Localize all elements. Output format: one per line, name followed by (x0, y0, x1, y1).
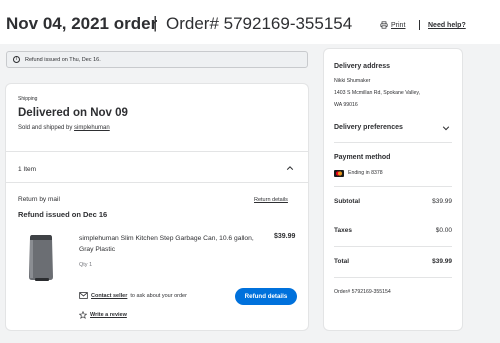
product-name[interactable]: simplehuman Slim Kitchen Step Garbage Ca… (79, 233, 267, 255)
contact-seller-row: Contact seller to ask about your order (79, 292, 187, 299)
divider (334, 186, 452, 187)
printer-icon (380, 21, 388, 29)
need-help-link[interactable]: Need help? (428, 22, 466, 29)
subtotal-value: $39.99 (432, 198, 452, 205)
sold-by-text: Sold and shipped by simplehuman (18, 125, 110, 131)
mastercard-icon (334, 170, 344, 177)
refund-details-button[interactable]: Refund details (235, 288, 297, 305)
info-icon: i (13, 56, 20, 63)
shipment-card: Shipping Delivered on Nov 09 Sold and sh… (6, 84, 308, 330)
total-label: Total (334, 258, 350, 265)
chevron-up-icon[interactable] (286, 164, 294, 172)
payment-method-title: Payment method (334, 154, 391, 161)
delivery-preferences-label[interactable]: Delivery preferences (334, 124, 403, 131)
delivery-status: Delivered on Nov 09 (18, 107, 128, 119)
sold-by-prefix: Sold and shipped by (18, 125, 75, 131)
total-value: $39.99 (432, 258, 452, 265)
total-row: Total $39.99 (334, 258, 452, 265)
contact-seller-link[interactable]: Contact seller (91, 293, 127, 299)
product-price: $39.99 (274, 233, 296, 240)
shipping-label: Shipping (18, 96, 38, 102)
delivery-name: Nikki Shumaker (334, 78, 371, 84)
write-review-row: Write a review (79, 311, 127, 319)
summary-order-number: Order# 5792169-355154 (334, 289, 391, 295)
order-header: Nov 04, 2021 order | Order# 5792169-3551… (0, 0, 500, 44)
return-method: Return by mail (18, 196, 60, 203)
subtotal-label: Subtotal (334, 198, 360, 205)
refund-banner-text: Refund issued on Thu, Dec 16. (25, 56, 101, 63)
write-review-link[interactable]: Write a review (90, 312, 127, 318)
refund-status: Refund issued on Dec 16 (18, 210, 108, 219)
product-quantity: Qty 1 (79, 262, 93, 268)
refund-banner: i Refund issued on Thu, Dec 16. (6, 51, 308, 68)
divider (6, 151, 308, 152)
header-separator: | (153, 13, 158, 32)
delivery-street: 1403 S Mcmillan Rd, Spokane Valley, (334, 90, 421, 96)
divider (334, 142, 452, 143)
delivery-city: WA 99016 (334, 102, 358, 108)
print-label: Print (391, 21, 406, 29)
items-count: 1 Item (18, 166, 37, 173)
contact-seller-suffix: to ask about your order (130, 292, 187, 299)
return-details-link[interactable]: Return details (254, 197, 288, 203)
taxes-label: Taxes (334, 227, 352, 234)
print-button[interactable]: Print (380, 21, 405, 29)
taxes-value: $0.00 (435, 227, 452, 234)
order-summary-card: Delivery address Nikki Shumaker 1403 S M… (324, 49, 462, 330)
divider (334, 246, 452, 247)
product-image[interactable] (24, 231, 58, 283)
header-divider (419, 20, 420, 30)
order-date-title: Nov 04, 2021 order (6, 14, 158, 33)
envelope-icon (79, 292, 88, 299)
subtotal-row: Subtotal $39.99 (334, 198, 452, 205)
divider (334, 277, 452, 278)
seller-link[interactable]: simplehuman (74, 125, 110, 131)
payment-card-row: Ending in 8378 (334, 169, 383, 178)
taxes-row: Taxes $0.00 (334, 227, 452, 234)
divider (6, 182, 308, 183)
card-ending-text: Ending in 8378 (348, 170, 383, 176)
delivery-address-title: Delivery address (334, 63, 391, 70)
chevron-down-icon[interactable] (442, 124, 450, 132)
order-number-title: Order# 5792169-355154 (166, 14, 353, 33)
star-icon (79, 311, 87, 319)
